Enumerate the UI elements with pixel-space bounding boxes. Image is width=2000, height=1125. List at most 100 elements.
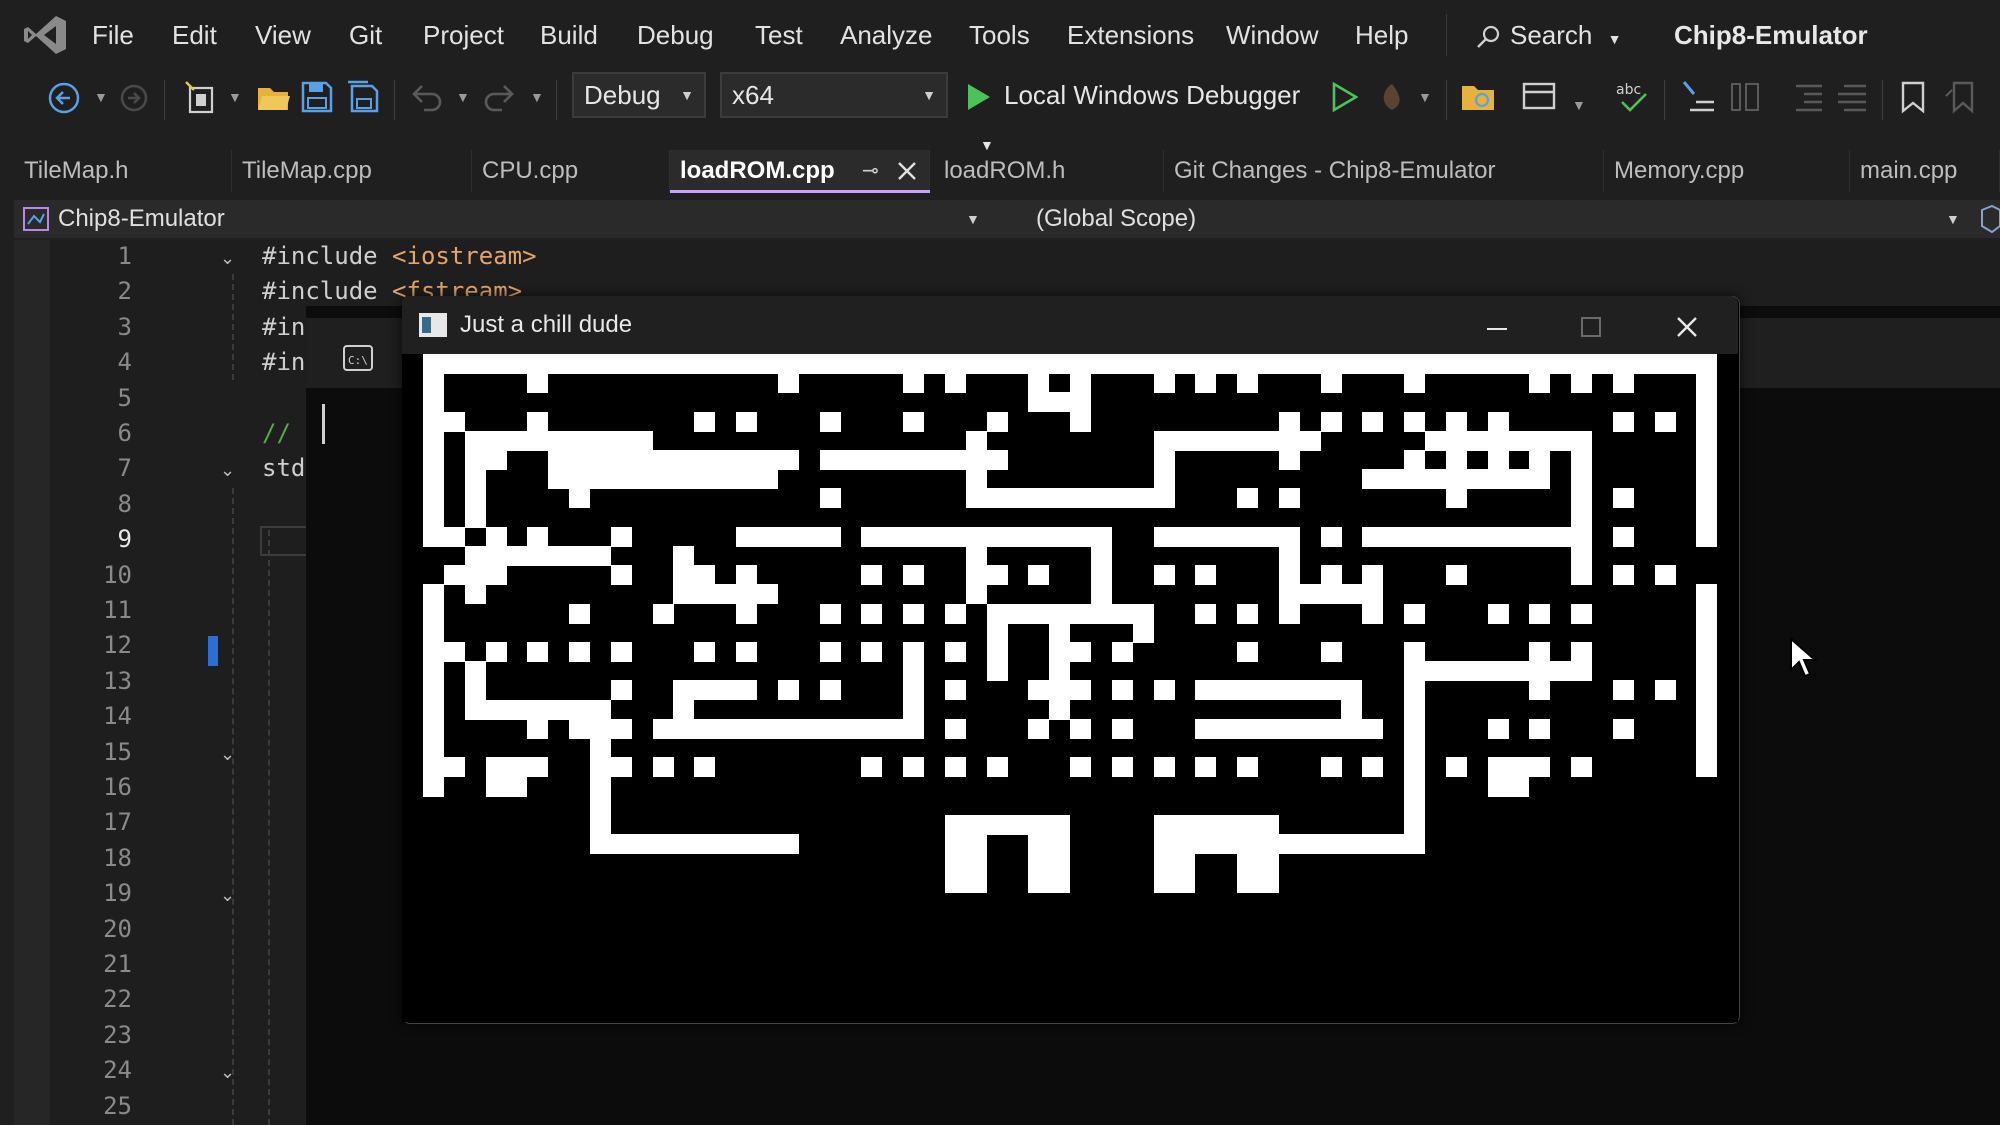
member-scope-icon[interactable] bbox=[1978, 204, 2000, 234]
display-pixel bbox=[423, 623, 444, 643]
fold-toggle-icon[interactable]: ⌄ bbox=[220, 248, 235, 269]
close-tab-icon[interactable] bbox=[896, 160, 918, 182]
menu-test[interactable]: Test bbox=[755, 0, 803, 70]
toolbar-separator bbox=[164, 80, 165, 120]
display-pixel bbox=[1007, 354, 1028, 374]
menu-project[interactable]: Project bbox=[423, 0, 504, 70]
save-all-icon[interactable] bbox=[346, 80, 380, 114]
display-pixel bbox=[1362, 757, 1383, 777]
display-pixel bbox=[1049, 853, 1070, 873]
fold-toggle-icon[interactable]: ⌄ bbox=[220, 460, 235, 481]
tab-memory-cpp[interactable]: Memory.cpp bbox=[1604, 150, 1850, 192]
undo-dropdown-icon[interactable]: ▼ bbox=[456, 90, 470, 104]
previous-bookmark-icon[interactable] bbox=[1944, 80, 1978, 114]
display-pixel bbox=[1446, 354, 1467, 374]
tab-tilemap-cpp[interactable]: TileMap.cpp bbox=[232, 150, 472, 192]
toolbar-separator bbox=[1446, 80, 1447, 120]
menu-edit[interactable]: Edit bbox=[172, 0, 217, 70]
redo-icon[interactable] bbox=[482, 82, 516, 112]
save-icon[interactable] bbox=[300, 80, 334, 114]
tab-git-changes[interactable]: Git Changes - Chip8-Emulator bbox=[1164, 150, 1604, 192]
menu-extensions[interactable]: Extensions bbox=[1067, 0, 1194, 70]
menu-view[interactable]: View bbox=[255, 0, 311, 70]
display-pixel bbox=[1007, 527, 1028, 547]
window-layout-icon[interactable] bbox=[1522, 80, 1558, 114]
menu-window[interactable]: Window bbox=[1226, 0, 1318, 70]
browse-folder-icon[interactable] bbox=[1460, 80, 1498, 114]
menu-build[interactable]: Build bbox=[540, 0, 598, 70]
redo-dropdown-icon[interactable]: ▼ bbox=[530, 90, 544, 104]
start-without-debugging-icon[interactable] bbox=[1330, 82, 1358, 112]
uncomment-lines-icon[interactable] bbox=[1834, 80, 1868, 114]
display-pixel bbox=[694, 565, 715, 585]
new-project-icon[interactable] bbox=[184, 78, 220, 116]
line-number: 21 bbox=[60, 950, 132, 978]
start-debugging-button[interactable]: Local Windows Debugger ▼ bbox=[966, 72, 1326, 118]
pin-icon[interactable]: ⊸ bbox=[862, 150, 879, 192]
step-into-icon[interactable] bbox=[1680, 80, 1716, 114]
tab-tilemap-h[interactable]: TileMap.h bbox=[14, 150, 232, 192]
layout-dropdown-icon[interactable]: ▼ bbox=[1572, 98, 1586, 112]
menu-tools[interactable]: Tools bbox=[969, 0, 1030, 70]
tab-label: loadROM.h bbox=[944, 157, 1065, 184]
solution-platform-select[interactable]: x64 ▼ bbox=[720, 72, 948, 118]
display-pixel bbox=[966, 354, 987, 374]
format-document-icon[interactable] bbox=[1728, 80, 1762, 114]
display-pixel bbox=[1362, 719, 1383, 739]
display-pixel bbox=[1216, 680, 1237, 700]
close-button[interactable] bbox=[1652, 296, 1722, 354]
display-pixel bbox=[820, 604, 841, 624]
bookmark-icon[interactable] bbox=[1898, 80, 1928, 114]
menu-git[interactable]: Git bbox=[349, 0, 382, 70]
back-dropdown-icon[interactable]: ▼ bbox=[94, 90, 108, 104]
display-pixel bbox=[444, 565, 465, 585]
display-pixel bbox=[1237, 431, 1258, 451]
tab-loadrom-h[interactable]: loadROM.h bbox=[934, 150, 1164, 192]
display-pixel bbox=[1362, 412, 1383, 432]
display-pixel bbox=[1655, 354, 1676, 374]
display-pixel bbox=[1696, 680, 1717, 700]
display-pixel bbox=[1154, 680, 1175, 700]
display-pixel bbox=[1404, 469, 1425, 489]
spell-check-icon[interactable]: abc bbox=[1614, 80, 1650, 114]
hot-reload-dropdown-icon[interactable]: ▼ bbox=[1418, 90, 1432, 104]
solution-configuration-select[interactable]: Debug ▼ bbox=[572, 72, 706, 118]
display-pixel bbox=[569, 642, 590, 662]
display-pixel bbox=[486, 642, 507, 662]
display-pixel bbox=[1488, 412, 1509, 432]
display-pixel bbox=[632, 834, 653, 854]
line-number: 20 bbox=[60, 915, 132, 943]
hot-reload-icon[interactable] bbox=[1374, 80, 1410, 114]
new-dropdown-icon[interactable]: ▼ bbox=[228, 90, 242, 104]
navigate-back-icon[interactable] bbox=[46, 80, 82, 116]
minimize-button[interactable] bbox=[1462, 296, 1532, 354]
comment-lines-icon[interactable] bbox=[1792, 80, 1826, 114]
display-pixel bbox=[736, 680, 757, 700]
undo-icon[interactable] bbox=[410, 82, 444, 112]
emulator-display[interactable] bbox=[402, 354, 1738, 1022]
display-pixel bbox=[611, 565, 632, 585]
visual-studio-logo-icon[interactable] bbox=[22, 12, 68, 58]
tab-loadrom-cpp[interactable]: loadROM.cpp ⊸ bbox=[670, 150, 930, 192]
open-folder-icon[interactable] bbox=[256, 80, 292, 114]
line-number: 8 bbox=[60, 490, 132, 518]
display-pixel bbox=[882, 450, 903, 470]
menu-help[interactable]: Help bbox=[1355, 0, 1408, 70]
tab-cpu-cpp[interactable]: CPU.cpp bbox=[472, 150, 670, 192]
navigate-forward-icon[interactable] bbox=[118, 82, 150, 114]
display-pixel bbox=[1216, 354, 1237, 374]
menu-file[interactable]: File bbox=[92, 0, 134, 70]
display-pixel bbox=[1488, 604, 1509, 624]
maximize-button[interactable] bbox=[1556, 296, 1626, 354]
menu-debug[interactable]: Debug bbox=[637, 0, 714, 70]
tab-main-cpp[interactable]: main.cpp bbox=[1850, 150, 2000, 192]
line-number: 22 bbox=[60, 985, 132, 1013]
display-pixel bbox=[945, 719, 966, 739]
display-pixel bbox=[1529, 642, 1550, 662]
display-pixel bbox=[569, 450, 590, 470]
display-pixel bbox=[465, 450, 486, 470]
display-pixel bbox=[1529, 719, 1550, 739]
line-number: 9 bbox=[60, 525, 132, 553]
search-box[interactable]: Search ▼ bbox=[1474, 14, 1624, 56]
menu-analyze[interactable]: Analyze bbox=[840, 0, 933, 70]
